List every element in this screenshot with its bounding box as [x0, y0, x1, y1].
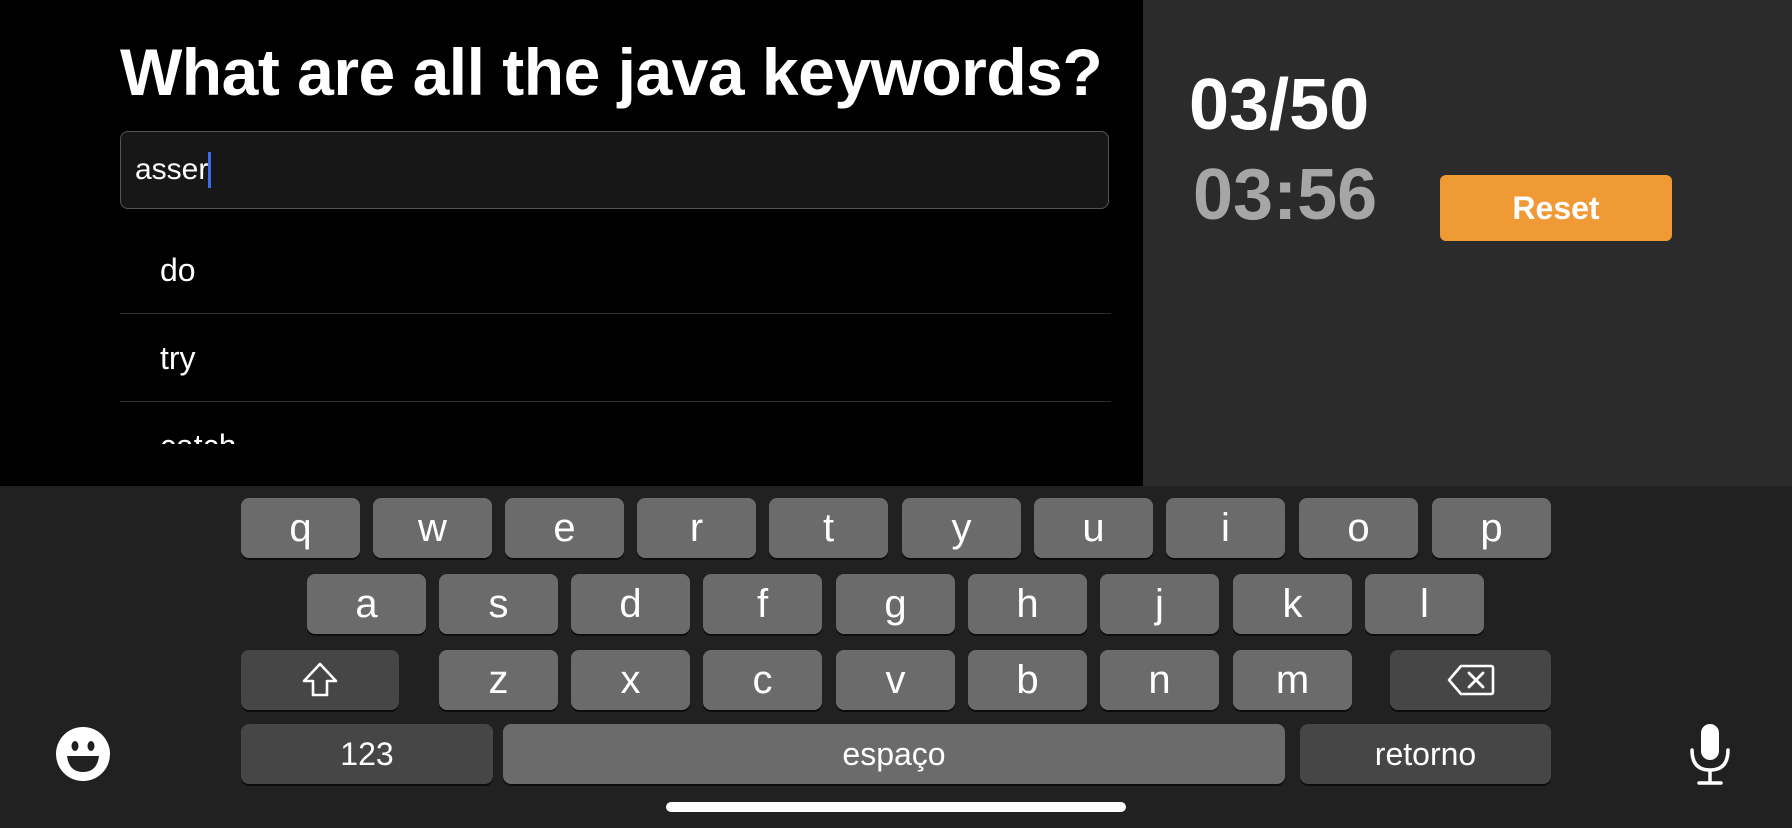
home-indicator[interactable] [666, 802, 1126, 812]
list-item: catch [120, 402, 1111, 444]
answers-list[interactable]: do try catch [120, 226, 1111, 444]
answer-input-text[interactable]: asser [135, 152, 212, 188]
key-q[interactable]: q [241, 498, 360, 558]
quiz-panel: What are all the java keywords? asser do… [0, 0, 1143, 486]
key-c[interactable]: c [703, 650, 822, 710]
return-key[interactable]: retorno [1300, 724, 1551, 784]
key-j[interactable]: j [1100, 574, 1219, 634]
backspace-key[interactable] [1390, 650, 1551, 710]
quiz-title: What are all the java keywords? [120, 35, 1103, 109]
key-m[interactable]: m [1233, 650, 1352, 710]
key-z[interactable]: z [439, 650, 558, 710]
key-r[interactable]: r [637, 498, 756, 558]
key-n[interactable]: n [1100, 650, 1219, 710]
key-p[interactable]: p [1432, 498, 1551, 558]
emoji-icon[interactable] [55, 726, 111, 782]
key-d[interactable]: d [571, 574, 690, 634]
answer-input[interactable]: asser [120, 131, 1109, 209]
numbers-key[interactable]: 123 [241, 724, 493, 784]
key-t[interactable]: t [769, 498, 888, 558]
reset-button[interactable]: Reset [1440, 175, 1672, 241]
on-screen-keyboard: q w e r t y u i o p a s d f g h j k l z … [0, 486, 1792, 828]
key-v[interactable]: v [836, 650, 955, 710]
shift-icon [302, 662, 338, 697]
answer-input-value: asser [135, 153, 209, 186]
key-w[interactable]: w [373, 498, 492, 558]
key-b[interactable]: b [968, 650, 1087, 710]
key-g[interactable]: g [836, 574, 955, 634]
key-h[interactable]: h [968, 574, 1087, 634]
text-caret [208, 152, 212, 188]
key-k[interactable]: k [1233, 574, 1352, 634]
microphone-icon[interactable] [1686, 722, 1734, 786]
answer-counter: 03/50 [1189, 65, 1370, 145]
key-s[interactable]: s [439, 574, 558, 634]
answer-text: try [160, 340, 196, 376]
key-u[interactable]: u [1034, 498, 1153, 558]
backspace-icon [1447, 664, 1494, 696]
key-x[interactable]: x [571, 650, 690, 710]
answer-text: catch [160, 426, 236, 444]
list-item: do [120, 226, 1111, 314]
space-key[interactable]: espaço [503, 724, 1285, 784]
key-f[interactable]: f [703, 574, 822, 634]
answer-text: do [160, 252, 196, 288]
shift-key[interactable] [241, 650, 399, 710]
key-a[interactable]: a [307, 574, 426, 634]
key-l[interactable]: l [1365, 574, 1484, 634]
key-i[interactable]: i [1166, 498, 1285, 558]
list-item: try [120, 314, 1111, 402]
key-e[interactable]: e [505, 498, 624, 558]
countdown-timer: 03:56 [1193, 155, 1378, 235]
key-o[interactable]: o [1299, 498, 1418, 558]
key-y[interactable]: y [902, 498, 1021, 558]
